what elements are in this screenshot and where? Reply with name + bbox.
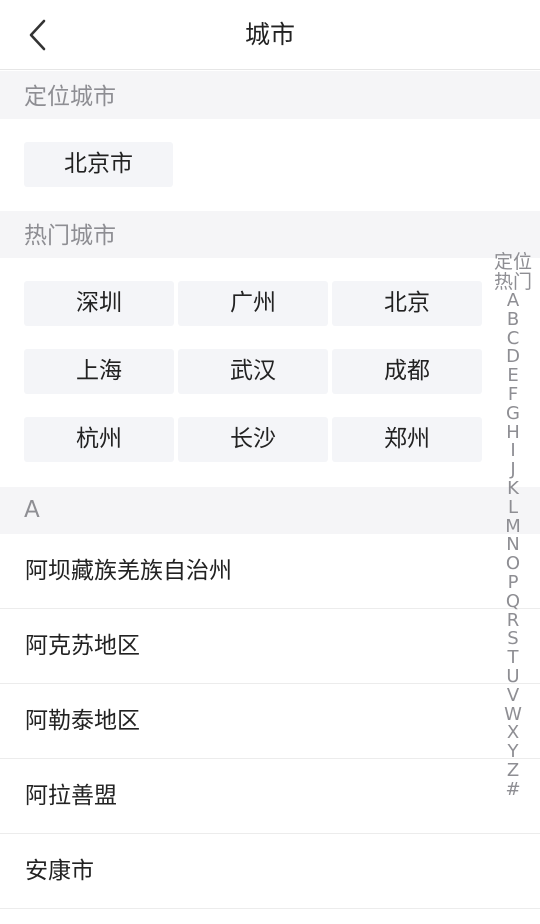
hot-city-chip[interactable]: 郑州 [332,417,482,462]
hot-city-chip[interactable]: 上海 [24,349,174,394]
index-letter[interactable]: Q [490,592,536,612]
page-title: 城市 [244,20,295,49]
index-letter[interactable]: V [490,686,536,706]
hot-city-chip[interactable]: 深圳 [24,281,174,326]
city-list: 阿坝藏族羌族自治州 阿克苏地区 阿勒泰地区 阿拉善盟 安康市 [0,534,540,909]
city-list-item[interactable]: 阿克苏地区 [0,609,540,684]
hot-city-chip[interactable]: 长沙 [178,417,328,462]
hot-city-chip[interactable]: 北京 [332,281,482,326]
index-letter[interactable]: L [490,498,536,518]
city-list-item[interactable]: 阿坝藏族羌族自治州 [0,534,540,609]
letter-section-header: A [0,487,540,534]
top-bar: 城市 [0,0,540,70]
index-letter[interactable]: U [490,667,536,687]
index-letter[interactable]: P [490,573,536,593]
index-letter[interactable]: F [490,385,536,405]
index-letter[interactable]: A [490,291,536,311]
index-location[interactable]: 定位 [490,252,536,272]
hot-city-chip[interactable]: 武汉 [178,349,328,394]
city-list-item[interactable]: 阿拉善盟 [0,759,540,834]
index-letter[interactable]: B [490,310,536,330]
alphabet-index: 定位 热门 A B C D E F G H I J K L M N O P Q R S T U V W X Y Z # [490,252,536,800]
hot-city-chip[interactable]: 杭州 [24,417,174,462]
hot-section-header: 热门城市 [0,211,540,258]
index-hot[interactable]: 热门 [490,272,536,292]
city-list-item[interactable]: 安康市 [0,834,540,909]
location-section-header: 定位城市 [0,71,540,119]
location-city-chip[interactable]: 北京市 [24,142,173,187]
city-list-item[interactable]: 阿勒泰地区 [0,684,540,759]
hot-city-chip[interactable]: 成都 [332,349,482,394]
hot-city-chip[interactable]: 广州 [178,281,328,326]
index-letter[interactable]: K [490,479,536,499]
index-letter[interactable]: # [490,780,536,800]
index-letter[interactable]: Z [490,761,536,781]
index-letter[interactable]: G [490,404,536,424]
